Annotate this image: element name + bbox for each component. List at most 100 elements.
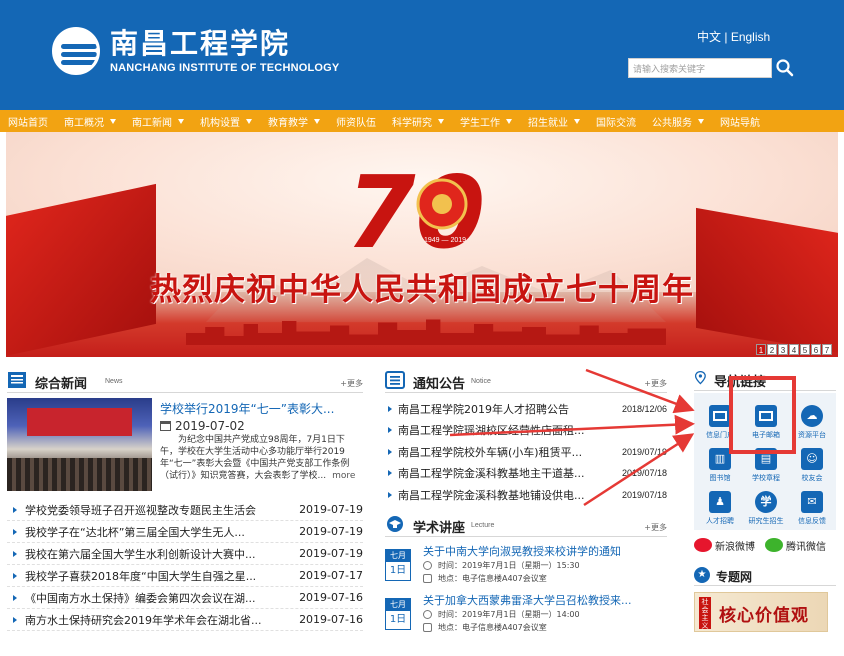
banner-page-3[interactable]: 3 [778, 344, 788, 355]
lecture-place-value: 电子信息楼A407会议室 [462, 623, 547, 632]
wechat-link[interactable]: 腾讯微信 [786, 538, 826, 553]
weibo-link[interactable]: 新浪微博 [715, 538, 755, 553]
bullet-icon [13, 594, 17, 601]
bullet-icon [13, 506, 17, 513]
banner-page-2[interactable]: 2 [767, 344, 777, 355]
banner-page-4[interactable]: 4 [789, 344, 799, 355]
nav-item-0[interactable]: 网站首页 [0, 110, 56, 132]
news-list-item[interactable]: 南方水土保持研究会2019年学术年会在湖北省... 2019-07-16 [7, 609, 363, 631]
news-feature-photo[interactable] [7, 398, 152, 491]
banner-page-6[interactable]: 6 [811, 344, 821, 355]
news-item-title[interactable]: 学校党委领导班子召开巡视整改专题民主生活会 [25, 502, 293, 518]
search-input[interactable]: 请输入搜索关键字 [628, 58, 772, 78]
news-item-title[interactable]: 《中国南方水土保持》编委会第四次会议在湖... [25, 590, 293, 606]
news-feature-body: 为纪念中国共产党成立98周年，7月1日下午，学校在大学生活动中心多功能厅举行20… [160, 435, 350, 481]
nav-item-3[interactable]: 机构设置 [192, 110, 260, 132]
wechat-icon[interactable] [765, 538, 783, 552]
news-item-title[interactable]: 我校学子喜获2018年度“中国大学生自强之星... [25, 568, 293, 584]
news-list-item[interactable]: 我校在第六届全国大学生水利创新设计大赛中... 2019-07-19 [7, 543, 363, 565]
bullet-icon [13, 616, 17, 623]
banner-pager: 1234567 [755, 344, 832, 355]
chevron-down-icon [698, 118, 704, 124]
notice-list-item[interactable]: 南昌工程学院金溪科教基地主干道基... 2019/07/18 [385, 463, 667, 485]
news-list-item[interactable]: 我校学子喜获2018年度“中国大学生自强之星... 2019-07-17 [7, 565, 363, 587]
svg-text:1949 — 2019: 1949 — 2019 [424, 237, 466, 244]
news-feature-more-link[interactable]: more [332, 471, 355, 481]
news-list-item[interactable]: 我校学子在“达北杯”第三届全国大学生无人... 2019-07-19 [7, 521, 363, 543]
quick-link-item[interactable]: 学研究生招生 [746, 489, 786, 529]
site-logo[interactable]: 南昌工程学院 NANCHANG INSTITUTE OF TECHNOLOGY [52, 27, 339, 75]
quick-link-label: 图书馆 [709, 474, 731, 482]
notice-list-item[interactable]: 南昌工程学院2019年人才招聘公告 2018/12/06 [385, 398, 667, 420]
news-feature-date: 2019-07-02 [160, 419, 245, 433]
news-list-item[interactable]: 学校党委领导班子召开巡视整改专题民主生活会 2019-07-19 [7, 499, 363, 521]
notice-more-link[interactable]: +更多 [644, 378, 667, 389]
banner-page-7[interactable]: 7 [822, 344, 832, 355]
quick-link-item[interactable]: ☁ 资源平台 [792, 403, 832, 443]
lecture-item[interactable]: 七月 1日 关于中南大学向淑晃教授来校讲学的通知 时间： 2019年7月1日（星期一）1… [385, 543, 667, 593]
core-values-banner[interactable]: 社会主义 核心价值观 [694, 592, 828, 632]
quick-link-item[interactable]: ☺ 校友会 [792, 446, 832, 486]
news-item-title[interactable]: 我校学子在“达北杯”第三届全国大学生无人... [25, 524, 293, 540]
notice-list-item[interactable]: 南昌工程学院瑶湖校区经营性店面租... [385, 420, 667, 442]
chevron-down-icon [246, 118, 252, 124]
search-icon[interactable] [775, 58, 795, 78]
chevron-down-icon [506, 118, 512, 124]
logo-chinese-name: 南昌工程学院 [110, 27, 291, 60]
lecture-item[interactable]: 七月 1日 关于加拿大西蒙弗雷泽大学吕召松教授来... 时间： 2019年7月1日（星期… [385, 592, 667, 642]
notice-section-header: 通知公告 Notice +更多 [385, 369, 667, 393]
lang-chinese-link[interactable]: 中文 [697, 30, 721, 44]
nav-item-1[interactable]: 南工概况 [56, 110, 124, 132]
nav-item-9[interactable]: 国际交流 [588, 110, 644, 132]
notice-list-item[interactable]: 南昌工程学院金溪科教基地铺设供电... 2019/07/18 [385, 484, 667, 506]
language-switch: 中文 | English [697, 28, 770, 45]
notice-item-title[interactable]: 南昌工程学院金溪科教基地主干道基... [398, 465, 605, 481]
lecture-day: 1日 [389, 614, 407, 625]
calendar-icon [160, 421, 171, 431]
nav-item-5[interactable]: 师资队伍 [328, 110, 384, 132]
hero-banner[interactable]: 70 1949 — 2019 热烈庆祝中华人民共和国成立七十周年 1234567 [6, 132, 838, 357]
quick-link-item[interactable]: ✉ 信息反馈 [792, 489, 832, 529]
news-item-title[interactable]: 南方水土保持研究会2019年学术年会在湖北省... [25, 612, 293, 628]
topics-title: 专题网 [716, 570, 753, 584]
lecture-place: 地点： 电子信息楼A407会议室 [423, 573, 547, 584]
notice-list-item[interactable]: 南昌工程学院校外车辆(小车)租赁平... 2019/07/19 [385, 441, 667, 463]
quick-link-label: 信息反馈 [798, 517, 826, 525]
nav-item-11[interactable]: 网站导航 [712, 110, 768, 132]
lecture-title[interactable]: 关于加拿大西蒙弗雷泽大学吕召松教授来... [423, 592, 632, 608]
nav-item-label: 南工概况 [64, 117, 104, 129]
chevron-down-icon [438, 118, 444, 124]
chevron-down-icon [574, 118, 580, 124]
news-list-item[interactable]: 《中国南方水土保持》编委会第四次会议在湖... 2019-07-16 [7, 587, 363, 609]
notice-item-title[interactable]: 南昌工程学院校外车辆(小车)租赁平... [398, 444, 605, 460]
notice-item-title[interactable]: 南昌工程学院2019年人才招聘公告 [398, 401, 605, 417]
news-section-title: 综合新闻 [35, 377, 88, 392]
notice-list: 南昌工程学院2019年人才招聘公告 2018/12/06 南昌工程学院瑶湖校区经营性… [385, 398, 667, 506]
news-feature-title[interactable]: 学校举行2019年“七一”表彰大... [160, 400, 334, 417]
nav-item-2[interactable]: 南工新闻 [124, 110, 192, 132]
nav-item-7[interactable]: 学生工作 [452, 110, 520, 132]
quick-link-item[interactable]: ♟ 人才招聘 [700, 489, 740, 529]
news-more-link[interactable]: +更多 [340, 378, 363, 389]
nav-item-8[interactable]: 招生就业 [520, 110, 588, 132]
topics-header: ★ 专题网 [694, 566, 836, 586]
lecture-time: 时间： 2019年7月1日（星期一）14:00 [423, 609, 580, 620]
lang-english-link[interactable]: English [731, 30, 770, 44]
news-item-title[interactable]: 我校在第六届全国大学生水利创新设计大赛中... [25, 546, 293, 562]
notice-item-title[interactable]: 南昌工程学院瑶湖校区经营性店面租... [398, 422, 605, 438]
banner-slogan: 热烈庆祝中华人民共和国成立七十周年 [150, 272, 694, 308]
weibo-icon[interactable] [694, 538, 712, 552]
nav-item-10[interactable]: 公共服务 [644, 110, 712, 132]
lecture-more-link[interactable]: +更多 [644, 522, 667, 533]
quick-link-label: 校友会 [801, 474, 823, 482]
chevron-down-icon [110, 118, 116, 124]
lecture-title[interactable]: 关于中南大学向淑晃教授来校讲学的通知 [423, 543, 621, 559]
nav-item-6[interactable]: 科学研究 [384, 110, 452, 132]
news-section-header: 综合新闻 News +更多 [7, 369, 363, 393]
banner-page-1[interactable]: 1 [756, 344, 766, 355]
notice-item-title[interactable]: 南昌工程学院金溪科教基地铺设供电... [398, 487, 605, 503]
nav-item-4[interactable]: 教育教学 [260, 110, 328, 132]
news-item-date: 2019-07-19 [299, 525, 363, 538]
library-icon: ▥ [709, 448, 731, 470]
banner-page-5[interactable]: 5 [800, 344, 810, 355]
